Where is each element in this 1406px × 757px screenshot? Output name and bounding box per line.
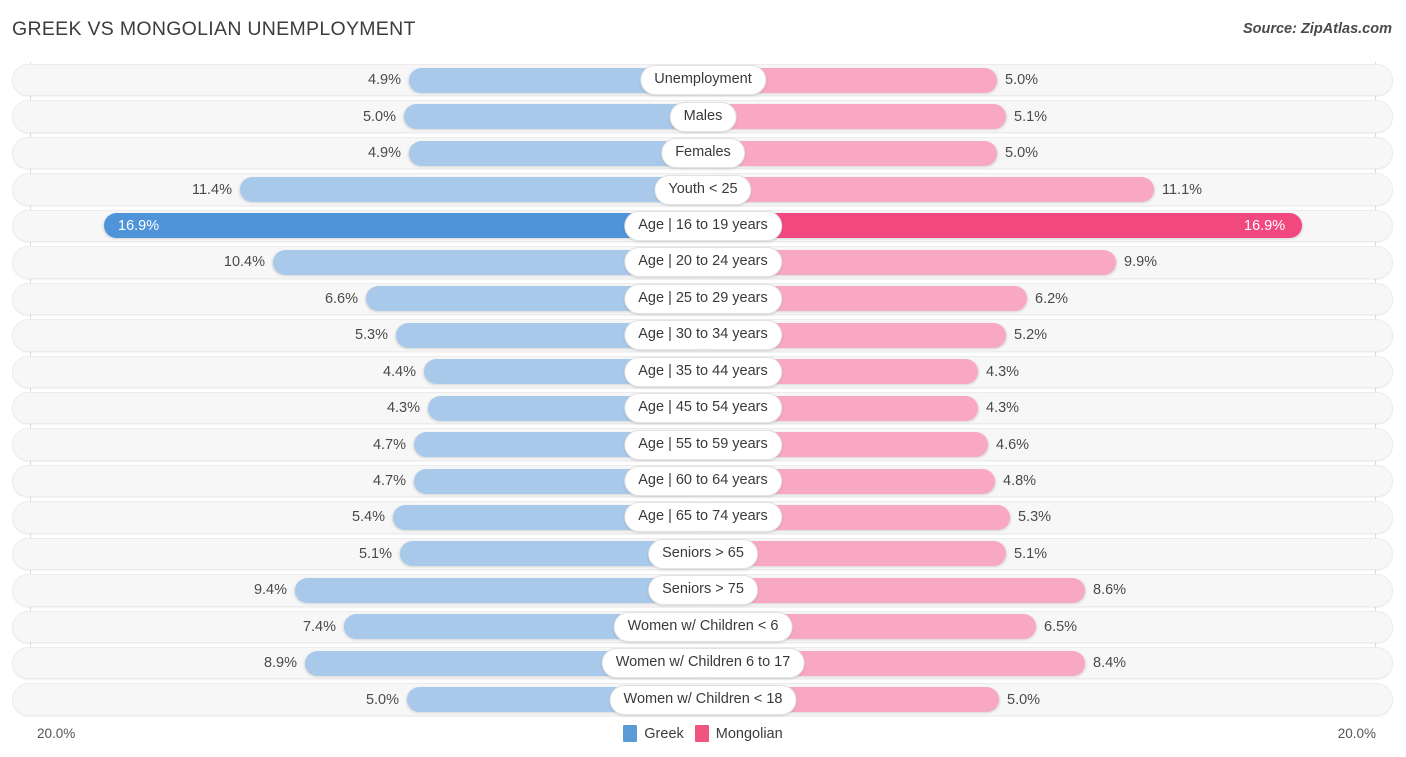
row-label: Age | 65 to 74 years bbox=[624, 502, 782, 533]
bar-mongolian bbox=[703, 577, 1085, 603]
chart-row: 4.7% 4.8% Age | 60 to 64 years bbox=[0, 463, 1406, 499]
row-label: Females bbox=[661, 138, 745, 169]
value-mongolian: 5.2% bbox=[1014, 327, 1048, 344]
value-greek: 6.6% bbox=[324, 290, 358, 307]
chart-rows: 4.9% 5.0% Unemployment 5.0% 5.1% Males 4.9% 5.0… bbox=[0, 62, 1406, 718]
chart-row: 4.4% 4.3% Age | 35 to 44 years bbox=[0, 354, 1406, 390]
chart-row: 5.0% 5.1% Males bbox=[0, 98, 1406, 134]
value-greek: 4.3% bbox=[386, 400, 420, 417]
value-mongolian: 4.8% bbox=[1003, 473, 1037, 490]
chart-row: 11.4% 11.1% Youth < 25 bbox=[0, 171, 1406, 207]
chart-legend: Greek Mongolian bbox=[0, 725, 1406, 742]
value-mongolian: 5.0% bbox=[1005, 72, 1039, 89]
row-label: Women w/ Children < 18 bbox=[609, 684, 797, 715]
value-greek: 5.4% bbox=[351, 509, 385, 526]
bar-mongolian bbox=[703, 104, 1006, 130]
page-title: GREEK VS MONGOLIAN UNEMPLOYMENT bbox=[12, 18, 416, 40]
chart-row: 5.0% 5.0% Women w/ Children < 18 bbox=[0, 681, 1406, 717]
value-greek: 5.3% bbox=[354, 327, 388, 344]
bar-mongolian bbox=[703, 213, 1302, 239]
value-mongolian: 9.9% bbox=[1124, 254, 1158, 271]
chart-row: 5.4% 5.3% Age | 65 to 74 years bbox=[0, 499, 1406, 535]
value-mongolian: 4.3% bbox=[986, 363, 1020, 380]
row-label: Age | 16 to 19 years bbox=[624, 210, 782, 241]
chart-row: 7.4% 6.5% Women w/ Children < 6 bbox=[0, 609, 1406, 645]
chart-row: 4.9% 5.0% Unemployment bbox=[0, 62, 1406, 98]
chart-row: 10.4% 9.9% Age | 20 to 24 years bbox=[0, 244, 1406, 280]
legend-item[interactable]: Mongolian bbox=[694, 725, 783, 742]
chart-row: 5.1% 5.1% Seniors > 65 bbox=[0, 536, 1406, 572]
diverging-bar-chart: 4.9% 5.0% Unemployment 5.0% 5.1% Males 4.9% 5.0… bbox=[0, 62, 1406, 717]
value-mongolian: 5.3% bbox=[1018, 509, 1052, 526]
bar-greek bbox=[104, 213, 703, 239]
value-mongolian: 5.0% bbox=[1007, 691, 1041, 708]
value-greek: 4.9% bbox=[367, 145, 401, 162]
value-mongolian: 4.6% bbox=[996, 436, 1030, 453]
row-label: Women w/ Children 6 to 17 bbox=[601, 648, 805, 679]
value-greek: 11.4% bbox=[191, 181, 232, 198]
value-mongolian: 8.6% bbox=[1093, 582, 1127, 599]
value-greek: 8.9% bbox=[263, 655, 297, 672]
legend-item[interactable]: Greek bbox=[623, 725, 684, 742]
row-label: Age | 60 to 64 years bbox=[624, 466, 782, 497]
row-label: Age | 20 to 24 years bbox=[624, 247, 782, 278]
value-mongolian: 5.0% bbox=[1005, 145, 1039, 162]
row-label: Age | 30 to 34 years bbox=[624, 320, 782, 351]
value-greek: 4.4% bbox=[382, 363, 416, 380]
legend-label: Mongolian bbox=[715, 725, 783, 742]
value-mongolian: 11.1% bbox=[1162, 181, 1203, 198]
chart-page: GREEK VS MONGOLIAN UNEMPLOYMENT Source: … bbox=[0, 0, 1406, 757]
legend-label: Greek bbox=[644, 725, 684, 742]
value-greek: 5.0% bbox=[365, 691, 399, 708]
value-mongolian: 4.3% bbox=[986, 400, 1020, 417]
value-mongolian: 5.1% bbox=[1014, 545, 1048, 562]
value-greek: 7.4% bbox=[302, 618, 336, 635]
row-label: Seniors > 75 bbox=[648, 575, 758, 606]
value-greek: 5.0% bbox=[362, 108, 396, 125]
row-label: Age | 55 to 59 years bbox=[624, 429, 782, 460]
chart-row: 4.7% 4.6% Age | 55 to 59 years bbox=[0, 426, 1406, 462]
value-greek: 10.4% bbox=[223, 254, 265, 271]
bar-greek bbox=[295, 577, 703, 603]
chart-row: 5.3% 5.2% Age | 30 to 34 years bbox=[0, 317, 1406, 353]
value-mongolian: 6.2% bbox=[1035, 290, 1069, 307]
row-label: Age | 25 to 29 years bbox=[624, 283, 782, 314]
source-attribution: Source: ZipAtlas.com bbox=[1242, 21, 1392, 37]
value-greek: 16.9% bbox=[118, 217, 160, 234]
legend-swatch bbox=[694, 725, 709, 742]
chart-row: 4.3% 4.3% Age | 45 to 54 years bbox=[0, 390, 1406, 426]
chart-row: 4.9% 5.0% Females bbox=[0, 135, 1406, 171]
value-greek: 4.9% bbox=[367, 72, 401, 89]
chart-row: 9.4% 8.6% Seniors > 75 bbox=[0, 572, 1406, 608]
row-label: Age | 35 to 44 years bbox=[624, 356, 782, 387]
legend-swatch bbox=[623, 725, 638, 742]
bar-greek bbox=[409, 140, 703, 166]
row-label: Males bbox=[669, 101, 737, 132]
chart-row: 16.9% 16.9% Age | 16 to 19 years bbox=[0, 208, 1406, 244]
chart-row: 6.6% 6.2% Age | 25 to 29 years bbox=[0, 281, 1406, 317]
row-label: Unemployment bbox=[640, 65, 766, 96]
value-greek: 9.4% bbox=[253, 582, 287, 599]
bar-mongolian bbox=[703, 177, 1154, 203]
chart-row: 8.9% 8.4% Women w/ Children 6 to 17 bbox=[0, 645, 1406, 681]
row-label: Women w/ Children < 6 bbox=[613, 611, 793, 642]
row-label: Youth < 25 bbox=[654, 174, 752, 205]
chart-footer: 20.0% 20.0% Greek Mongolian bbox=[0, 717, 1406, 757]
value-greek: 4.7% bbox=[372, 473, 406, 490]
row-label: Age | 45 to 54 years bbox=[624, 393, 782, 424]
value-greek: 4.7% bbox=[372, 436, 406, 453]
bar-greek bbox=[404, 104, 703, 130]
row-label: Seniors > 65 bbox=[648, 538, 758, 569]
bar-mongolian bbox=[703, 140, 997, 166]
value-mongolian: 16.9% bbox=[1244, 217, 1286, 234]
chart-header: GREEK VS MONGOLIAN UNEMPLOYMENT Source: … bbox=[0, 0, 1406, 62]
value-mongolian: 8.4% bbox=[1093, 655, 1127, 672]
value-greek: 5.1% bbox=[358, 545, 392, 562]
value-mongolian: 6.5% bbox=[1044, 618, 1078, 635]
value-mongolian: 5.1% bbox=[1014, 108, 1048, 125]
bar-greek bbox=[240, 177, 703, 203]
